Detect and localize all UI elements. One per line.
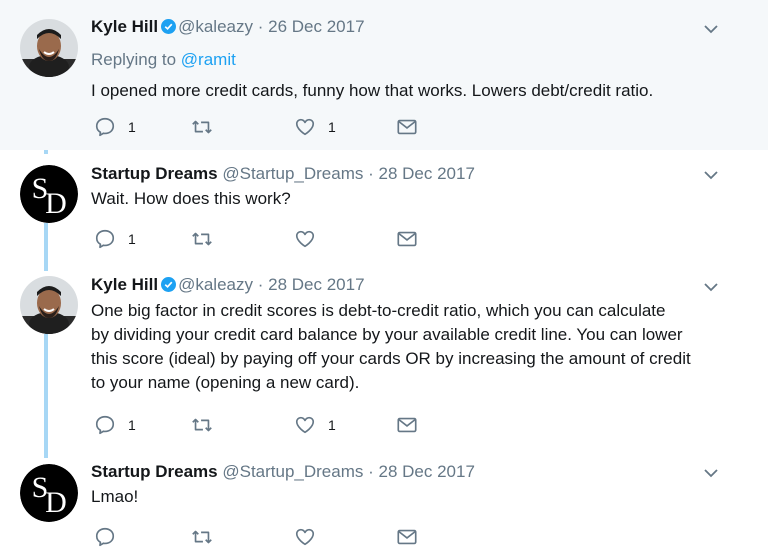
avatar-photo: [20, 19, 78, 77]
tweet-date[interactable]: 28 Dec 2017: [268, 275, 364, 294]
sd-logo-icon: S D: [20, 165, 78, 223]
avatar-photo: [20, 276, 78, 334]
tweet-text-line: One big factor in credit scores is debt-…: [91, 301, 666, 320]
mention-link[interactable]: @ramit: [181, 50, 236, 69]
heart-icon: [294, 228, 316, 250]
tweet-date[interactable]: 26 Dec 2017: [268, 17, 364, 36]
reply-button[interactable]: [94, 526, 116, 548]
reply-icon: [94, 116, 116, 138]
separator-dot: ·: [368, 164, 374, 183]
user-handle[interactable]: @Startup_Dreams: [222, 462, 363, 481]
avatar[interactable]: S D: [20, 165, 78, 223]
reply-icon: [94, 526, 116, 548]
separator-dot: ·: [368, 462, 374, 481]
envelope-icon: [396, 117, 418, 137]
user-handle[interactable]: @kaleazy: [178, 17, 253, 36]
tweet-text-line: to your name (opening a new card).: [91, 373, 360, 392]
display-name[interactable]: Kyle Hill: [91, 17, 158, 36]
like-button[interactable]: [294, 526, 316, 548]
retweet-icon: [190, 526, 214, 548]
retweet-button[interactable]: [190, 116, 214, 138]
retweet-button[interactable]: [190, 228, 214, 250]
retweet-icon: [190, 414, 214, 436]
reply-count: 1: [128, 119, 136, 135]
user-handle[interactable]: @kaleazy: [178, 275, 253, 294]
verified-badge-icon: [161, 18, 177, 40]
tweet-text: One big factor in credit scores is debt-…: [91, 299, 748, 395]
like-button[interactable]: [294, 228, 316, 250]
replying-to-label: Replying to: [91, 50, 177, 69]
retweet-button[interactable]: [190, 526, 214, 548]
envelope-icon: [396, 415, 418, 435]
heart-icon: [294, 116, 316, 138]
reply-button[interactable]: 1: [94, 228, 136, 250]
direct-message-button[interactable]: [396, 414, 418, 436]
tweet-text-line: by dividing your credit card balance by …: [91, 325, 683, 344]
tweet-header: Startup Dreams @Startup_Dreams · 28 Dec …: [91, 461, 748, 483]
direct-message-button[interactable]: [396, 116, 418, 138]
chevron-down-icon[interactable]: [702, 464, 720, 482]
direct-message-button[interactable]: [396, 526, 418, 548]
like-button[interactable]: 1: [294, 414, 336, 436]
separator-dot: ·: [257, 17, 264, 36]
tweet-header: Kyle Hill @kaleazy · 28 Dec 2017: [91, 274, 748, 298]
verified-badge-icon: [161, 276, 177, 298]
retweet-icon: [190, 228, 214, 250]
tweet-text: Lmao!: [91, 485, 748, 509]
heart-icon: [294, 526, 316, 548]
avatar[interactable]: [20, 276, 78, 334]
reply-icon: [94, 228, 116, 250]
tweet-text-line: I opened more credit cards, funny how th…: [91, 81, 654, 100]
envelope-icon: [396, 229, 418, 249]
retweet-button[interactable]: [190, 414, 214, 436]
display-name[interactable]: Kyle Hill: [91, 275, 158, 294]
tweet-text: Wait. How does this work?: [91, 187, 748, 211]
like-button[interactable]: 1: [294, 116, 336, 138]
avatar[interactable]: S D: [20, 464, 78, 522]
like-count: 1: [328, 417, 336, 433]
svg-text:D: D: [45, 486, 67, 519]
reply-count: 1: [128, 231, 136, 247]
avatar[interactable]: [20, 19, 78, 77]
tweet-header: Startup Dreams @Startup_Dreams · 28 Dec …: [91, 163, 748, 185]
tweet-text-line: Lmao!: [91, 487, 139, 506]
tweet-text-line: Wait. How does this work?: [91, 189, 291, 208]
sd-logo-icon: S D: [20, 464, 78, 522]
retweet-icon: [190, 116, 214, 138]
direct-message-button[interactable]: [396, 228, 418, 250]
reply-button[interactable]: 1: [94, 116, 136, 138]
envelope-icon: [396, 527, 418, 547]
separator-dot: ·: [257, 275, 264, 294]
tweet-text-line: this score (ideal) by paying off your ca…: [91, 349, 691, 368]
replying-to: Replying to @ramit: [91, 49, 748, 71]
reply-button[interactable]: 1: [94, 414, 136, 436]
chevron-down-icon[interactable]: [702, 278, 720, 296]
chevron-down-icon[interactable]: [702, 20, 720, 38]
heart-icon: [294, 414, 316, 436]
tweet-header: Kyle Hill @kaleazy · 26 Dec 2017: [91, 16, 748, 40]
display-name[interactable]: Startup Dreams: [91, 164, 218, 183]
reply-count: 1: [128, 417, 136, 433]
user-handle[interactable]: @Startup_Dreams: [222, 164, 363, 183]
reply-icon: [94, 414, 116, 436]
tweet-text: I opened more credit cards, funny how th…: [91, 79, 748, 103]
svg-text:D: D: [45, 187, 67, 220]
chevron-down-icon[interactable]: [702, 166, 720, 184]
like-count: 1: [328, 119, 336, 135]
tweet-date[interactable]: 28 Dec 2017: [379, 462, 475, 481]
tweet-date[interactable]: 28 Dec 2017: [379, 164, 475, 183]
display-name[interactable]: Startup Dreams: [91, 462, 218, 481]
